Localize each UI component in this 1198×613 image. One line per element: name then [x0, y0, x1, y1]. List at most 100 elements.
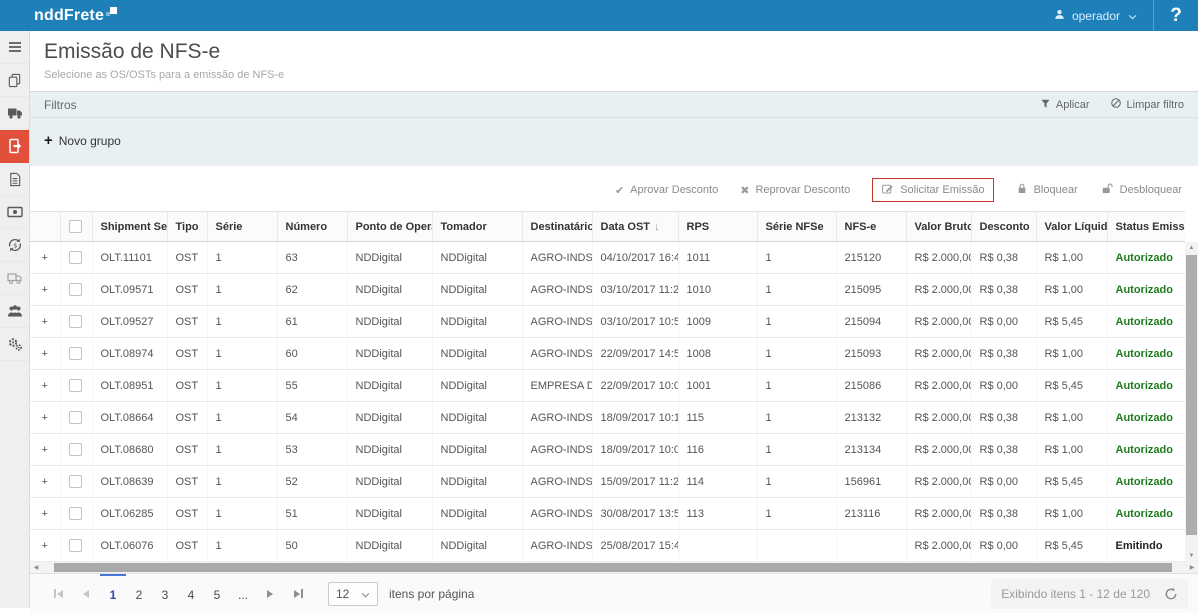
column-header-16[interactable]: Status Emissão [1107, 212, 1185, 242]
unblock-button[interactable]: Desbloquear [1100, 182, 1182, 198]
vertical-scrollbar[interactable]: ▲ ▼ [1185, 242, 1198, 562]
row-expand-button[interactable]: + [30, 530, 60, 562]
row-expand-button[interactable]: + [30, 242, 60, 274]
cell-destinatario: EMPRESA D... [522, 370, 592, 402]
scroll-down-arrow[interactable]: ▼ [1185, 550, 1198, 562]
cell-valor_bruto: R$ 2.000,00 [906, 370, 971, 402]
sidebar-item-documents[interactable] [0, 64, 29, 97]
row-checkbox[interactable] [69, 347, 82, 360]
cell-tipo: OST [167, 306, 207, 338]
cell-data_ost: 30/08/2017 13:54 [592, 498, 678, 530]
column-header-6[interactable]: Ponto de Opera... [347, 212, 432, 242]
column-header-7[interactable]: Tomador [432, 212, 522, 242]
reject-discount-button[interactable]: ✖ Reprovar Desconto [740, 184, 850, 197]
row-checkbox[interactable] [69, 283, 82, 296]
page-button-4[interactable]: 4 [178, 574, 204, 613]
apply-filter-button[interactable]: Aplicar [1040, 97, 1090, 112]
horizontal-scrollbar[interactable]: ◀ ▶ [30, 562, 1198, 573]
sidebar-item-reports[interactable] [0, 163, 29, 196]
cell-data_ost: 25/08/2017 15:44 [592, 530, 678, 562]
row-expand-button[interactable]: + [30, 498, 60, 530]
new-group-button[interactable]: + Novo grupo [44, 134, 121, 148]
column-header-8[interactable]: Destinatário [522, 212, 592, 242]
scroll-up-arrow[interactable]: ▲ [1185, 242, 1198, 254]
cell-shipment_sell: OLT.09571 [92, 274, 167, 306]
select-all-checkbox[interactable] [69, 220, 82, 233]
more-pages-button[interactable]: ... [230, 574, 256, 613]
user-menu-button[interactable]: operador [1037, 0, 1153, 31]
row-checkbox[interactable] [69, 539, 82, 552]
page-button-5[interactable]: 5 [204, 574, 230, 613]
column-header-11[interactable]: Série NFSe [757, 212, 836, 242]
expand-column-header[interactable] [30, 212, 60, 242]
table-row: +OLT.06285OST151NDDigitalNDDigitalAGRO-I… [30, 498, 1185, 530]
clear-filter-button[interactable]: Limpar filtro [1110, 97, 1184, 112]
scroll-left-arrow[interactable]: ◀ [30, 562, 42, 573]
cell-serie: 1 [207, 530, 277, 562]
table-row: +OLT.08664OST154NDDigitalNDDigitalAGRO-I… [30, 402, 1185, 434]
request-emission-button[interactable]: Solicitar Emissão [872, 178, 993, 202]
column-header-13[interactable]: Valor Bruto [906, 212, 971, 242]
column-header-3[interactable]: Tipo [167, 212, 207, 242]
column-header-15[interactable]: Valor Líquido [1036, 212, 1107, 242]
app-logo[interactable]: nddFrete [34, 7, 117, 25]
row-expand-button[interactable]: + [30, 402, 60, 434]
column-header-9[interactable]: Data OST↓ [592, 212, 678, 242]
cell-tipo: OST [167, 274, 207, 306]
block-button[interactable]: Bloquear [1016, 182, 1078, 198]
emission-export-icon [7, 138, 23, 154]
row-expand-button[interactable]: + [30, 434, 60, 466]
page-button-2[interactable]: 2 [126, 574, 152, 613]
sidebar-item-delivery[interactable] [0, 262, 29, 295]
row-select-cell [60, 274, 92, 306]
scroll-right-arrow[interactable]: ▶ [1186, 562, 1198, 573]
row-expand-button[interactable]: + [30, 466, 60, 498]
row-checkbox[interactable] [69, 475, 82, 488]
column-header-14[interactable]: Desconto [971, 212, 1036, 242]
vertical-scroll-thumb[interactable] [1186, 255, 1197, 535]
cell-rps: 115 [678, 402, 757, 434]
sidebar-item-settings[interactable] [0, 328, 29, 361]
row-checkbox[interactable] [69, 251, 82, 264]
user-icon [1053, 8, 1066, 24]
sidebar-item-financial[interactable]: $ [0, 229, 29, 262]
unlock-icon [1100, 182, 1114, 198]
row-checkbox[interactable] [69, 443, 82, 456]
row-expand-button[interactable]: + [30, 274, 60, 306]
column-header-5[interactable]: Número [277, 212, 347, 242]
select-all-column-header[interactable] [60, 212, 92, 242]
grid-pager: 12345... 12 itens por página Exibindo it… [30, 573, 1198, 613]
column-header-10[interactable]: RPS [678, 212, 757, 242]
row-checkbox[interactable] [69, 411, 82, 424]
page-size-dropdown[interactable]: 12 [328, 582, 378, 606]
refresh-icon[interactable] [1164, 587, 1178, 601]
row-expand-button[interactable]: + [30, 306, 60, 338]
cell-serie_nfse: 1 [757, 338, 836, 370]
horizontal-scroll-thumb[interactable] [54, 563, 1172, 572]
cell-destinatario: AGRO-INDS... [522, 274, 592, 306]
last-page-button[interactable] [284, 574, 312, 613]
row-expand-button[interactable]: + [30, 370, 60, 402]
row-checkbox[interactable] [69, 315, 82, 328]
page-button-3[interactable]: 3 [152, 574, 178, 613]
approve-discount-button[interactable]: ✔ Aprovar Desconto [615, 184, 718, 197]
column-header-12[interactable]: NFS-e [836, 212, 906, 242]
row-checkbox[interactable] [69, 507, 82, 520]
sidebar-item-menu[interactable] [0, 31, 29, 64]
sidebar-item-fleet[interactable] [0, 97, 29, 130]
page-button-1[interactable]: 1 [100, 574, 126, 613]
previous-page-button[interactable] [72, 574, 100, 613]
cell-serie_nfse: 1 [757, 466, 836, 498]
column-header-2[interactable]: Shipment Sell [92, 212, 167, 242]
sidebar-item-nfse-emission[interactable] [0, 130, 29, 163]
cell-data_ost: 03/10/2017 11:29 [592, 274, 678, 306]
help-button[interactable]: ? [1154, 0, 1198, 31]
sidebar-item-users[interactable] [0, 295, 29, 328]
row-checkbox[interactable] [69, 379, 82, 392]
row-expand-button[interactable]: + [30, 338, 60, 370]
first-page-button[interactable] [44, 574, 72, 613]
column-header-4[interactable]: Série [207, 212, 277, 242]
cell-ponto: NDDigital [347, 530, 432, 562]
sidebar-item-billing[interactable] [0, 196, 29, 229]
next-page-button[interactable] [256, 574, 284, 613]
